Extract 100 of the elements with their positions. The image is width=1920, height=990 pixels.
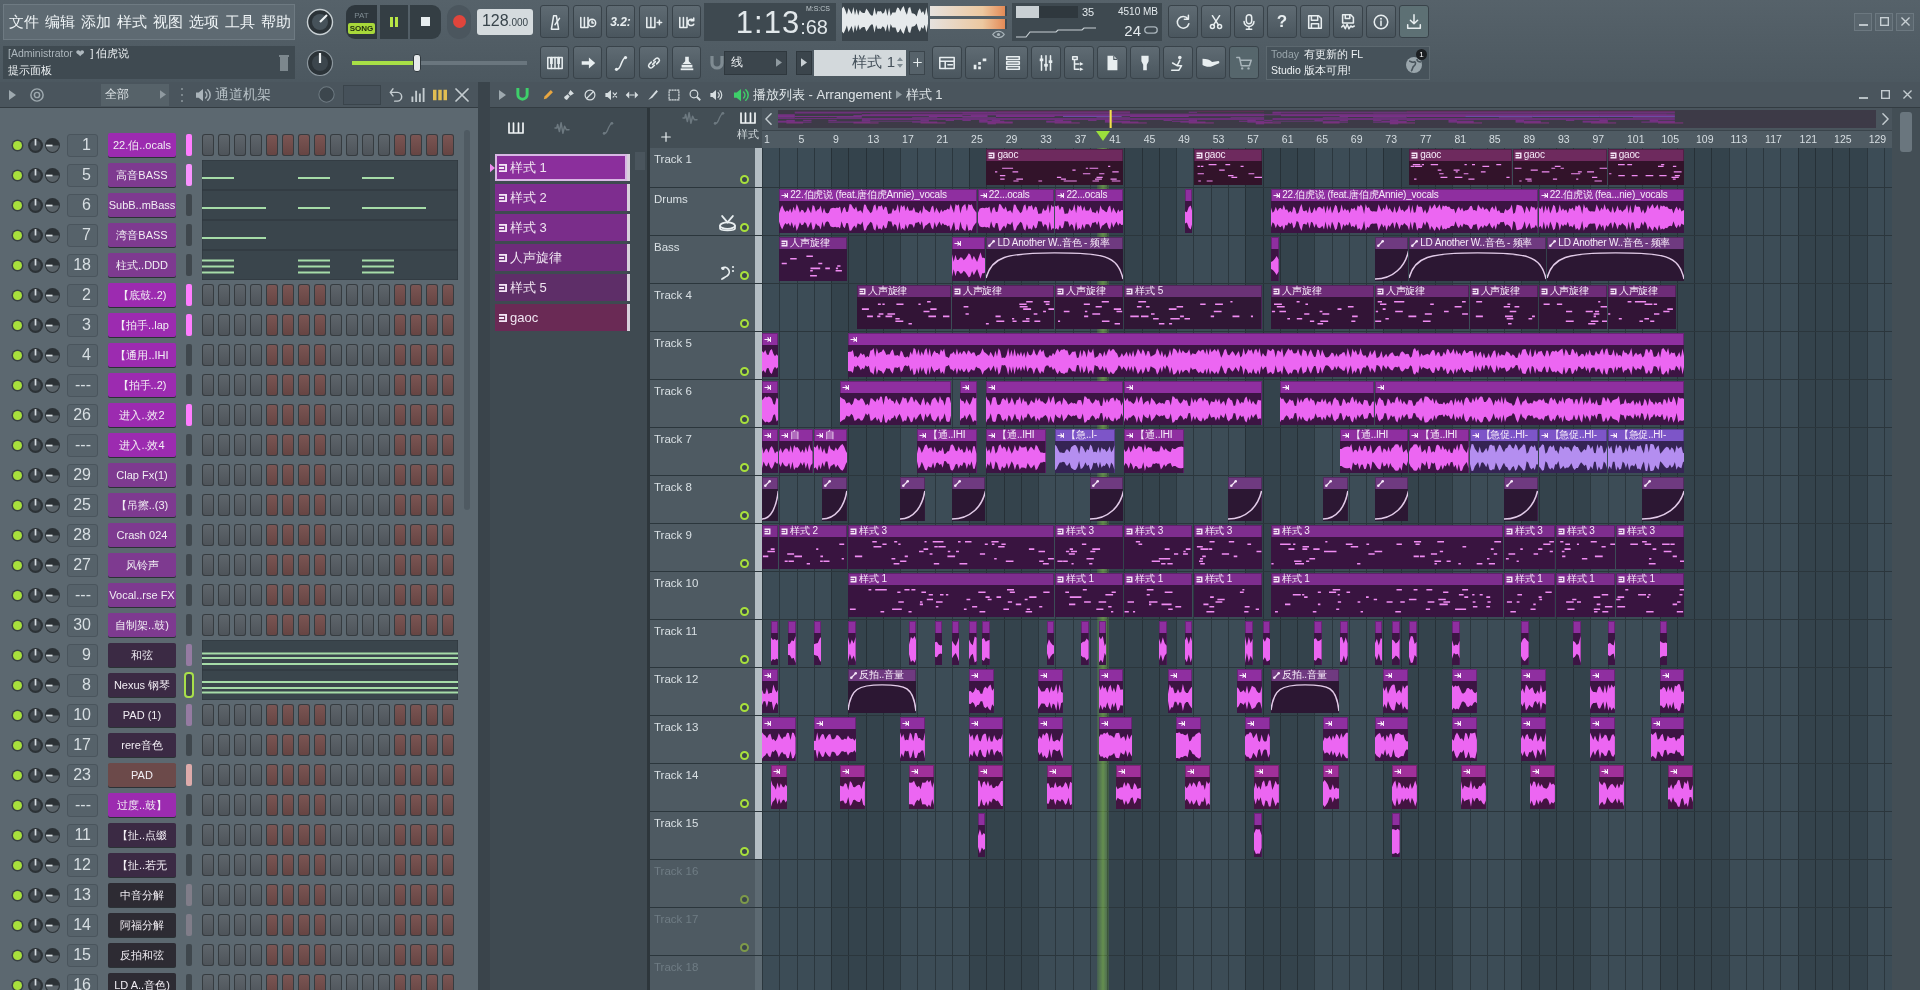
led-toggle[interactable] [13, 440, 22, 450]
step-button[interactable] [362, 284, 374, 306]
audio-clip[interactable] [1098, 669, 1124, 713]
step-button[interactable] [298, 494, 310, 516]
step-button[interactable] [314, 134, 326, 156]
volume-knob[interactable] [28, 677, 43, 693]
led-toggle[interactable] [13, 260, 22, 270]
step-button[interactable] [410, 614, 422, 636]
minimize-button[interactable] [1854, 12, 1872, 31]
step-button[interactable] [202, 974, 214, 990]
step-button[interactable] [410, 134, 422, 156]
audio-clip[interactable] [986, 381, 1124, 425]
audio-clip[interactable] [908, 621, 917, 665]
step-button[interactable] [298, 284, 310, 306]
mixer-track-field[interactable]: 28 [67, 523, 98, 547]
step-button[interactable] [282, 794, 294, 816]
step-button[interactable] [202, 284, 214, 306]
mixer-track-field[interactable]: 23 [67, 763, 98, 787]
step-button[interactable] [442, 764, 454, 786]
step-button[interactable] [330, 464, 342, 486]
audio-clip[interactable] [1322, 717, 1348, 761]
step-button[interactable] [442, 524, 454, 546]
step-button[interactable] [234, 434, 246, 456]
zoom-icon[interactable] [688, 87, 702, 102]
step-button[interactable] [314, 914, 326, 936]
volume-knob[interactable] [28, 647, 43, 663]
step-button[interactable] [298, 464, 310, 486]
step-button[interactable] [346, 134, 358, 156]
step-button[interactable] [282, 464, 294, 486]
step-button[interactable] [298, 914, 310, 936]
folder-tree-button[interactable] [1064, 46, 1094, 79]
step-button[interactable] [282, 314, 294, 336]
step-button[interactable] [394, 944, 406, 966]
step-button[interactable] [298, 854, 310, 876]
step-button[interactable] [442, 854, 454, 876]
piano-roll-preview[interactable] [202, 670, 458, 700]
pattern-clip[interactable]: 样式 3 [1193, 525, 1262, 569]
step-button[interactable] [378, 524, 390, 546]
pattern-clip[interactable]: gaoc [1193, 149, 1262, 185]
automation-clip[interactable]: 反拍..音量 [848, 669, 917, 713]
step-button[interactable] [330, 884, 342, 906]
audio-clip[interactable] [770, 765, 787, 809]
volume-knob[interactable] [28, 287, 43, 303]
step-button[interactable] [298, 434, 310, 456]
selection-indicator[interactable] [186, 764, 192, 786]
step-button[interactable] [218, 734, 230, 756]
pattern-clip[interactable]: gaoc [1607, 149, 1685, 185]
bin-icon[interactable] [279, 54, 289, 71]
step-button[interactable] [250, 794, 262, 816]
menu-item[interactable]: 视图 [153, 14, 183, 29]
step-button[interactable] [378, 974, 390, 990]
audio-clip[interactable] [1340, 621, 1348, 665]
track-header[interactable]: Track 7 [650, 428, 762, 475]
mode-toggle[interactable]: SONG [347, 22, 376, 34]
step-button[interactable] [378, 374, 390, 396]
step-button[interactable] [362, 554, 374, 576]
step-button[interactable] [330, 434, 342, 456]
mixer-track-field[interactable]: 10 [67, 703, 98, 727]
step-button[interactable] [362, 464, 374, 486]
step-button[interactable] [282, 734, 294, 756]
led-toggle[interactable] [13, 230, 22, 240]
step-button[interactable] [394, 284, 406, 306]
step-button[interactable] [266, 284, 278, 306]
volume-knob[interactable] [28, 947, 43, 963]
track-header[interactable]: Track 6 [650, 380, 762, 427]
pattern-clip[interactable]: 人声旋律 [779, 237, 848, 281]
audio-clip[interactable]: 【急促..HI- [1607, 429, 1685, 473]
step-button[interactable] [442, 944, 454, 966]
step-button[interactable] [394, 704, 406, 726]
pattern-clip[interactable]: 人声旋律 [1469, 285, 1538, 329]
step-button[interactable] [394, 884, 406, 906]
volume-knob[interactable] [28, 617, 43, 633]
pattern-clip[interactable]: 样式 5 [1124, 285, 1262, 329]
step-button[interactable] [282, 134, 294, 156]
pattern-item[interactable]: 样式 3 [495, 214, 630, 241]
brush-icon[interactable] [562, 87, 576, 102]
step-button[interactable] [250, 974, 262, 990]
audio-clip[interactable] [1452, 717, 1478, 761]
step-button[interactable] [378, 704, 390, 726]
step-button[interactable] [314, 854, 326, 876]
audio-clip[interactable] [1452, 621, 1460, 665]
step-button[interactable] [250, 434, 262, 456]
audio-clip[interactable] [1098, 717, 1133, 761]
step-button[interactable] [202, 434, 214, 456]
step-button[interactable] [362, 494, 374, 516]
step-button[interactable] [346, 494, 358, 516]
volume-knob[interactable] [28, 197, 43, 213]
step-button[interactable] [346, 764, 358, 786]
volume-knob[interactable] [28, 167, 43, 183]
mixer-track-field[interactable]: 1 [67, 133, 98, 157]
pattern-clip[interactable]: 样式 3 [848, 525, 1055, 569]
panel-button[interactable] [932, 46, 962, 79]
channel-button[interactable]: Vocal..rse FX [108, 583, 176, 607]
led-toggle[interactable] [13, 140, 22, 150]
step-button[interactable] [298, 614, 310, 636]
step-button[interactable] [218, 824, 230, 846]
step-button[interactable] [426, 374, 438, 396]
volume-knob[interactable] [28, 887, 43, 903]
volume-knob[interactable] [28, 767, 43, 783]
track-header[interactable]: Track 12 [650, 668, 762, 715]
